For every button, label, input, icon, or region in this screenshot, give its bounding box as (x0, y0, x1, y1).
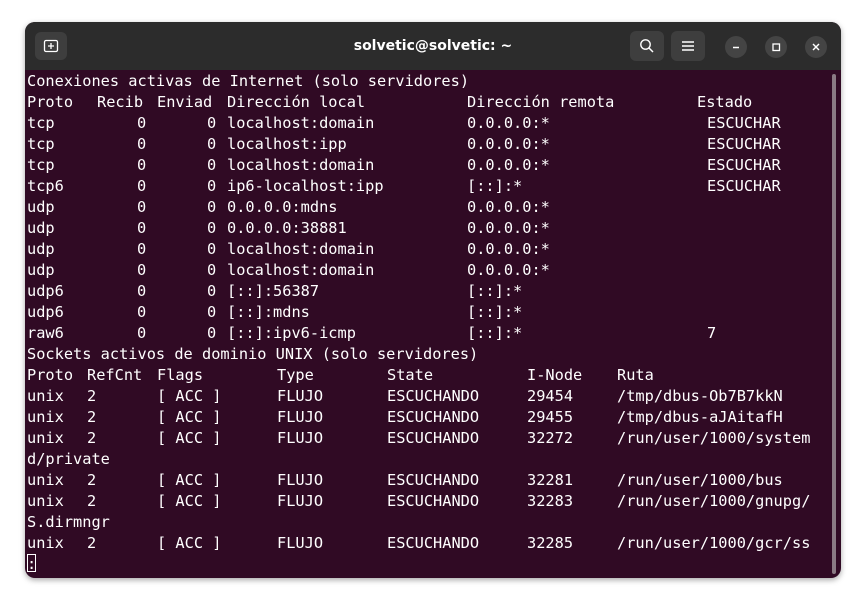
col-enviad: Enviad (157, 93, 213, 111)
internet-row: tcp6 0 0 ip6-localhost:ipp [::]:* ESCUCHAR (27, 177, 781, 195)
col-path: Ruta (617, 366, 654, 384)
unix-row: unix 2[ ACC ] FLUJO ESCUCHANDO 32283/run/use… (27, 492, 811, 510)
search-icon (640, 39, 654, 53)
close-icon (812, 43, 820, 51)
col-proto: Proto (27, 93, 74, 111)
scrollbar[interactable] (832, 74, 836, 574)
col-state: Estado (697, 93, 753, 111)
unix-header-row: Proto RefCnt Flags Type State I-Node Rut… (27, 365, 827, 386)
unix-row: unix 2[ ACC ] FLUJO ESCUCHANDO 29455/tmp/dbu… (27, 408, 783, 426)
unix-section-header: Sockets activos de dominio UNIX (solo se… (27, 345, 479, 363)
close-button[interactable] (805, 36, 827, 58)
internet-header-row: Proto Recib Enviad Dirección local Direc… (27, 92, 827, 113)
minimize-button[interactable] (725, 36, 747, 58)
maximize-icon (772, 43, 781, 52)
internet-row: udp6 0 0 [::]:mdns [::]:* (27, 303, 523, 321)
internet-row: udp 0 0 localhost:domain 0.0.0.0:* (27, 240, 550, 258)
terminal-window: solvetic@solvetic: ~ Conexiones activas … (25, 22, 841, 578)
internet-row: tcp 0 0 localhost:ipp 0.0.0.0:* ESCUCHAR (27, 135, 781, 153)
window-title: solvetic@solvetic: ~ (353, 38, 513, 54)
unix-row: unix 2[ ACC ] FLUJO ESCUCHANDO 32285/run/use… (27, 534, 811, 552)
internet-row: tcp 0 0 localhost:domain 0.0.0.0:* ESCUCHAR (27, 114, 781, 132)
internet-row: udp 0 0 0.0.0.0:mdns 0.0.0.0:* (27, 198, 550, 216)
col-recib: Recib (97, 93, 144, 111)
internet-row: tcp 0 0 localhost:domain 0.0.0.0:* ESCUCHAR (27, 156, 781, 174)
col-proto: Proto (27, 366, 74, 384)
maximize-button[interactable] (765, 36, 787, 58)
unix-row: unix 2[ ACC ] FLUJO ESCUCHANDO 32281/run/use… (27, 471, 783, 489)
col-flags: Flags (157, 366, 204, 384)
col-refcnt: RefCnt (87, 366, 143, 384)
minimize-icon (733, 46, 739, 49)
new-tab-icon (43, 39, 59, 53)
internet-row: udp 0 0 localhost:domain 0.0.0.0:* (27, 261, 550, 279)
new-tab-button[interactable] (35, 32, 67, 60)
internet-section-header: Conexiones activas de Internet (solo ser… (27, 72, 470, 90)
col-type: Type (277, 366, 314, 384)
menu-button[interactable] (671, 31, 705, 61)
col-remote-address: Dirección remota (467, 93, 615, 111)
col-state: State (387, 366, 434, 384)
unix-row: unix 2[ ACC ] FLUJO ESCUCHANDO 32272/run/use… (27, 429, 811, 447)
unix-row-wrap: d/private (27, 450, 110, 468)
internet-row: udp 0 0 0.0.0.0:38881 0.0.0.0:* (27, 219, 550, 237)
pager-prompt[interactable]: : (27, 554, 827, 575)
internet-row: udp6 0 0 [::]:56387 [::]:* (27, 282, 523, 300)
text-cursor (27, 554, 36, 572)
col-inode: I-Node (527, 366, 583, 384)
unix-row: unix 2[ ACC ] FLUJO ESCUCHANDO 29454/tmp/dbu… (27, 387, 783, 405)
col-local-address: Dirección local (227, 93, 366, 111)
menu-icon (682, 41, 694, 51)
search-button[interactable] (630, 31, 664, 61)
unix-row-wrap: S.dirmngr (27, 513, 110, 531)
terminal-output[interactable]: Conexiones activas de Internet (solo ser… (27, 71, 827, 575)
internet-row: raw6 0 0 [::]:ipv6-icmp [::]:* 7 (27, 324, 717, 342)
title-bar: solvetic@solvetic: ~ (25, 22, 841, 70)
